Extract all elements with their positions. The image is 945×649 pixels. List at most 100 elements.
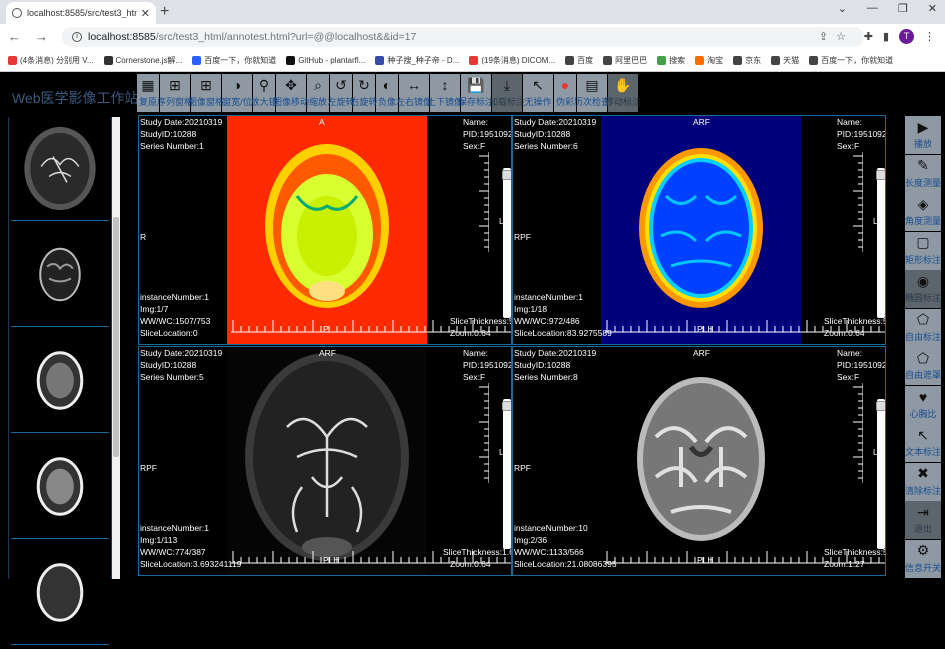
- minimize-button[interactable]: —: [867, 2, 878, 15]
- viewport-3[interactable]: Study Date:20210319 StudyID:10288 Series N…: [138, 346, 512, 576]
- puzzle-icon[interactable]: ✚: [864, 30, 873, 43]
- tool-button-14[interactable]: ↖ 无操作: [523, 74, 553, 112]
- tool-button-17[interactable]: ✋ 移动标注: [605, 74, 641, 112]
- close-tab-icon[interactable]: ✕: [141, 7, 150, 20]
- menu-icon[interactable]: ⋮: [924, 30, 935, 43]
- tool-button-7[interactable]: ↺ 左旋转: [328, 74, 355, 112]
- viewport-4[interactable]: Study Date:20210319 StudyID:10288 Series N…: [512, 346, 886, 576]
- bookmark-11[interactable]: 天猫: [771, 55, 799, 66]
- right-tool-button-1[interactable]: ✎ 长度测量: [905, 154, 941, 193]
- bookmark-8[interactable]: 搜索: [657, 55, 685, 66]
- right-tool-button-6[interactable]: ⬠ 自由遮罩: [905, 347, 941, 385]
- right-tool-button-8[interactable]: ↖ 文本标注: [905, 424, 941, 462]
- bookmark-label: 百度一下，你就知道: [821, 56, 894, 65]
- share-star-icons[interactable]: ⇪☆: [819, 30, 854, 43]
- new-tab-button[interactable]: +: [160, 3, 169, 21]
- bookmark-12[interactable]: 百度一下，你就知道: [809, 55, 893, 66]
- tool-button-0[interactable]: ▦ 复原: [137, 74, 159, 112]
- bookmark-10[interactable]: 京东: [733, 55, 761, 66]
- back-arrow-icon[interactable]: ←: [8, 29, 21, 45]
- slice-slider[interactable]: [502, 168, 511, 318]
- bookmark-favicon-icon: [695, 56, 705, 65]
- chevron-down-icon[interactable]: ⌄: [838, 2, 847, 15]
- bookmark-2[interactable]: 百度一下，你就知道: [192, 55, 276, 66]
- tool-button-3[interactable]: ◑ 窗宽/位: [222, 74, 252, 112]
- right-tool-button-0[interactable]: ▶ 播放: [905, 116, 941, 154]
- orientation-right: LAH: [499, 447, 511, 457]
- slice-slider[interactable]: [876, 168, 885, 318]
- slice-slider[interactable]: [502, 399, 511, 549]
- slice-slider[interactable]: [876, 399, 885, 549]
- tool-button-8[interactable]: ↻ 右旋转: [351, 74, 378, 112]
- bookmark-9[interactable]: 淘宝: [695, 55, 723, 66]
- bookmark-label: (4条消息) 分别用 V...: [20, 56, 94, 65]
- tab-strip: localhost:8585/src/test3_html/a ✕ + ⌄ — …: [0, 0, 945, 24]
- bookmark-5[interactable]: (19条消息) DICOM...: [469, 55, 555, 66]
- tool-button-15[interactable]: ● 伪彩: [554, 74, 576, 112]
- bookmark-4[interactable]: 种子搜_种子帝 - D...: [375, 55, 459, 66]
- tool-button-12[interactable]: 💾 保存标注: [458, 74, 494, 112]
- tool-button-5[interactable]: ✥ 图像移动: [273, 74, 309, 112]
- thumbnail-series-1[interactable]: [11, 117, 109, 221]
- right-tool-button-9[interactable]: ✖ 清除标注: [905, 462, 941, 501]
- medical-image[interactable]: [601, 347, 801, 576]
- scrollbar-thumb[interactable]: [113, 217, 119, 457]
- thumbnail-series-3[interactable]: [11, 329, 109, 433]
- thumbnail-series-5[interactable]: [11, 541, 109, 645]
- slider-knob[interactable]: [876, 170, 885, 180]
- maximize-button[interactable]: ❐: [898, 2, 908, 15]
- right-tool-label: 心胸比: [909, 408, 937, 419]
- bookmark-0[interactable]: (4条消息) 分别用 V...: [8, 55, 94, 66]
- tool-button-10[interactable]: ↔ 左右镜像: [396, 74, 432, 112]
- bookmark-7[interactable]: 阿里巴巴: [603, 55, 647, 66]
- rotate-right-icon: ↻: [358, 76, 370, 93]
- tool-button-11[interactable]: ↕ 上下镜像: [427, 74, 463, 112]
- slider-knob[interactable]: [876, 401, 885, 411]
- info-icon[interactable]: i: [72, 32, 82, 42]
- tool-button-4[interactable]: ⚲ 放大镜: [251, 74, 278, 112]
- right-tool-label: 自由遮罩: [905, 370, 942, 380]
- cursor-icon: ↖: [532, 76, 544, 93]
- thumbnail-series-2[interactable]: [11, 223, 109, 327]
- bookmark-6[interactable]: 百度: [565, 55, 593, 66]
- medical-image[interactable]: [227, 116, 427, 345]
- bookmark-1[interactable]: Cornerstone.js解...: [103, 55, 182, 66]
- slider-knob[interactable]: [502, 170, 511, 180]
- sidebar-icon[interactable]: ▮: [883, 30, 889, 43]
- right-tool-button-10[interactable]: ⇥ 退出: [905, 501, 941, 539]
- close-window-button[interactable]: ✕: [928, 2, 937, 15]
- orientation-top: A: [319, 117, 325, 127]
- ruler-icon: ✎: [917, 157, 929, 173]
- right-tool-button-2[interactable]: ◈ 角度测量: [905, 193, 941, 231]
- bookmark-3[interactable]: GitHub - plantarfl...: [286, 56, 365, 65]
- tool-button-13[interactable]: ⤓ 加载标注: [489, 74, 525, 112]
- bookmark-favicon-icon: [8, 56, 17, 65]
- right-tool-button-7[interactable]: ♥ 心胸比: [905, 385, 941, 424]
- browser-tab[interactable]: localhost:8585/src/test3_html/a ✕: [6, 2, 156, 24]
- tab-title: localhost:8585/src/test3_html/a: [27, 8, 137, 18]
- tool-button-2[interactable]: ⊞ 图像窗格: [188, 74, 224, 112]
- forward-arrow-icon[interactable]: →: [35, 29, 48, 45]
- viewport-1[interactable]: Study Date:20210319 StudyID:10288 Series N…: [138, 115, 512, 345]
- medical-image[interactable]: [227, 347, 427, 576]
- tool-button-9[interactable]: ◐ 负像: [376, 74, 398, 112]
- right-tool-button-3[interactable]: ▢ 矩形标注: [905, 231, 941, 270]
- orientation-bottom: P: [323, 324, 329, 334]
- right-tool-label: 自由标注: [905, 331, 942, 342]
- tool-button-1[interactable]: ⊞ 序列窗格: [157, 74, 193, 112]
- address-bar[interactable]: i localhost:8585/src/test3_html/annotest…: [62, 27, 864, 47]
- right-tool-button-4[interactable]: ◉ 椭圆标注: [905, 270, 941, 308]
- tool-button-6[interactable]: ⌕ 缩放: [307, 74, 329, 112]
- vertical-ruler: [853, 152, 863, 252]
- medical-image[interactable]: [601, 116, 801, 345]
- thumbnail-series-4[interactable]: [11, 435, 109, 539]
- tool-button-16[interactable]: ▤ 历次检查: [574, 74, 610, 112]
- invert-icon: ◐: [382, 77, 392, 93]
- viewport-2[interactable]: Study Date:20210319 StudyID:10288 Series N…: [512, 115, 886, 345]
- slider-knob[interactable]: [502, 401, 511, 411]
- orientation-right: LAH: [873, 216, 885, 226]
- thumbnail-scrollbar[interactable]: [112, 117, 120, 579]
- right-tool-button-5[interactable]: ⬠ 自由标注: [905, 308, 942, 347]
- right-tool-button-11[interactable]: ⚙ 信息开关: [905, 539, 941, 578]
- profile-avatar[interactable]: T: [899, 29, 914, 44]
